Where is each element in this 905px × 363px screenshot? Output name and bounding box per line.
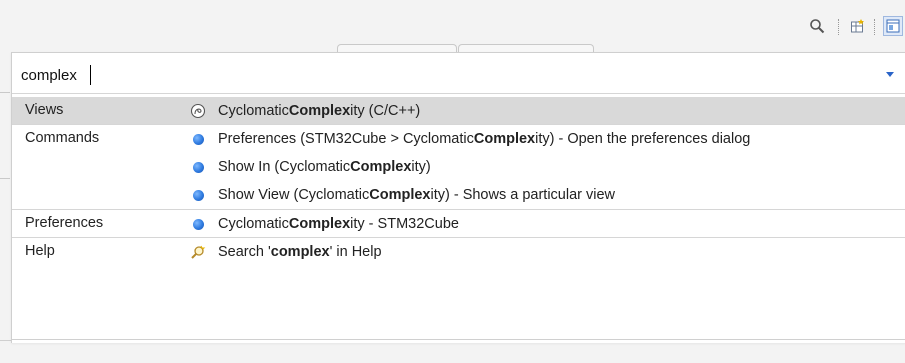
divider (12, 93, 905, 94)
result-entry[interactable]: Show View (Cyclomatic Complex ity) - Show… (190, 185, 615, 205)
result-entry[interactable]: Search ' complex ' in Help (190, 242, 382, 262)
result-row[interactable]: Commands Preferences (STM32Cube > Cyclom… (12, 125, 905, 152)
result-row[interactable]: Show View (Cyclomatic Complex ity) - Show… (12, 181, 905, 208)
category-label-preferences: Preferences (25, 215, 104, 231)
result-entry[interactable]: Show In (Cyclomatic Complex ity) (190, 157, 431, 177)
match-highlight: complex (270, 244, 330, 260)
entry-text: ity) (411, 159, 431, 175)
preference-icon (190, 216, 206, 232)
entry-text: ' in Help (329, 244, 382, 260)
category-label-commands: Commands (25, 130, 100, 146)
toolbar-separator (874, 19, 875, 35)
entry-text: Show In (Cyclomatic (218, 159, 351, 175)
entry-text: Cyclomatic (218, 103, 289, 119)
help-search-icon (190, 244, 206, 260)
entry-text: ity (C/C++) (350, 103, 421, 119)
divider (0, 92, 10, 93)
result-row[interactable]: Help Search ' complex ' in Help (12, 238, 905, 265)
result-row[interactable]: Views Cyclomatic Complex ity (C/C++) (12, 97, 905, 124)
match-highlight: Complex (350, 159, 412, 175)
filter-row (12, 53, 905, 93)
entry-text: Search ' (218, 244, 271, 260)
category-label-help: Help (25, 243, 55, 259)
ide-toolbar (0, 0, 905, 46)
text-caret (90, 65, 91, 85)
entry-text: ity) - Open the preferences dialog (535, 131, 751, 147)
entry-text: Preferences (STM32Cube > Cyclomatic (218, 131, 474, 147)
dropdown-arrow-icon[interactable] (886, 72, 894, 77)
entry-text: ity - STM32Cube (350, 216, 459, 232)
category-label-views: Views (25, 102, 64, 118)
match-highlight: Complex (288, 216, 351, 232)
command-icon (190, 187, 206, 203)
search-icon[interactable] (808, 17, 826, 35)
open-perspective-icon[interactable] (849, 17, 867, 35)
result-row[interactable]: Preferences Cyclomatic Complex ity - STM3… (12, 210, 905, 237)
cyclomatic-view-icon (190, 103, 206, 119)
quick-access-popup: Views Cyclomatic Complexity (C/C++) Comm… (11, 52, 905, 343)
entry-text: ity) - Shows a particular view (430, 187, 616, 203)
entry-text: Cyclomatic (218, 216, 289, 232)
entry-text: Show View (Cyclomatic (218, 187, 370, 203)
result-entry[interactable]: Cyclomatic Complex ity (C/C++) (190, 101, 420, 121)
result-row[interactable]: Show In (Cyclomatic Complex ity) (12, 153, 905, 180)
command-icon (190, 131, 206, 147)
quick-access-search-input[interactable] (21, 65, 861, 85)
toolbar-separator (838, 19, 839, 35)
match-highlight: Complex (473, 131, 536, 147)
command-icon (190, 159, 206, 175)
result-entry[interactable]: Preferences (STM32Cube > Cyclomatic Comp… (190, 129, 750, 149)
result-entry[interactable]: Cyclomatic Complex ity - STM32Cube (190, 214, 459, 234)
divider (0, 178, 10, 179)
perspective-icon[interactable] (883, 16, 903, 36)
divider (12, 339, 905, 340)
match-highlight: Complex (369, 187, 431, 203)
match-highlight: Complex (288, 103, 351, 119)
